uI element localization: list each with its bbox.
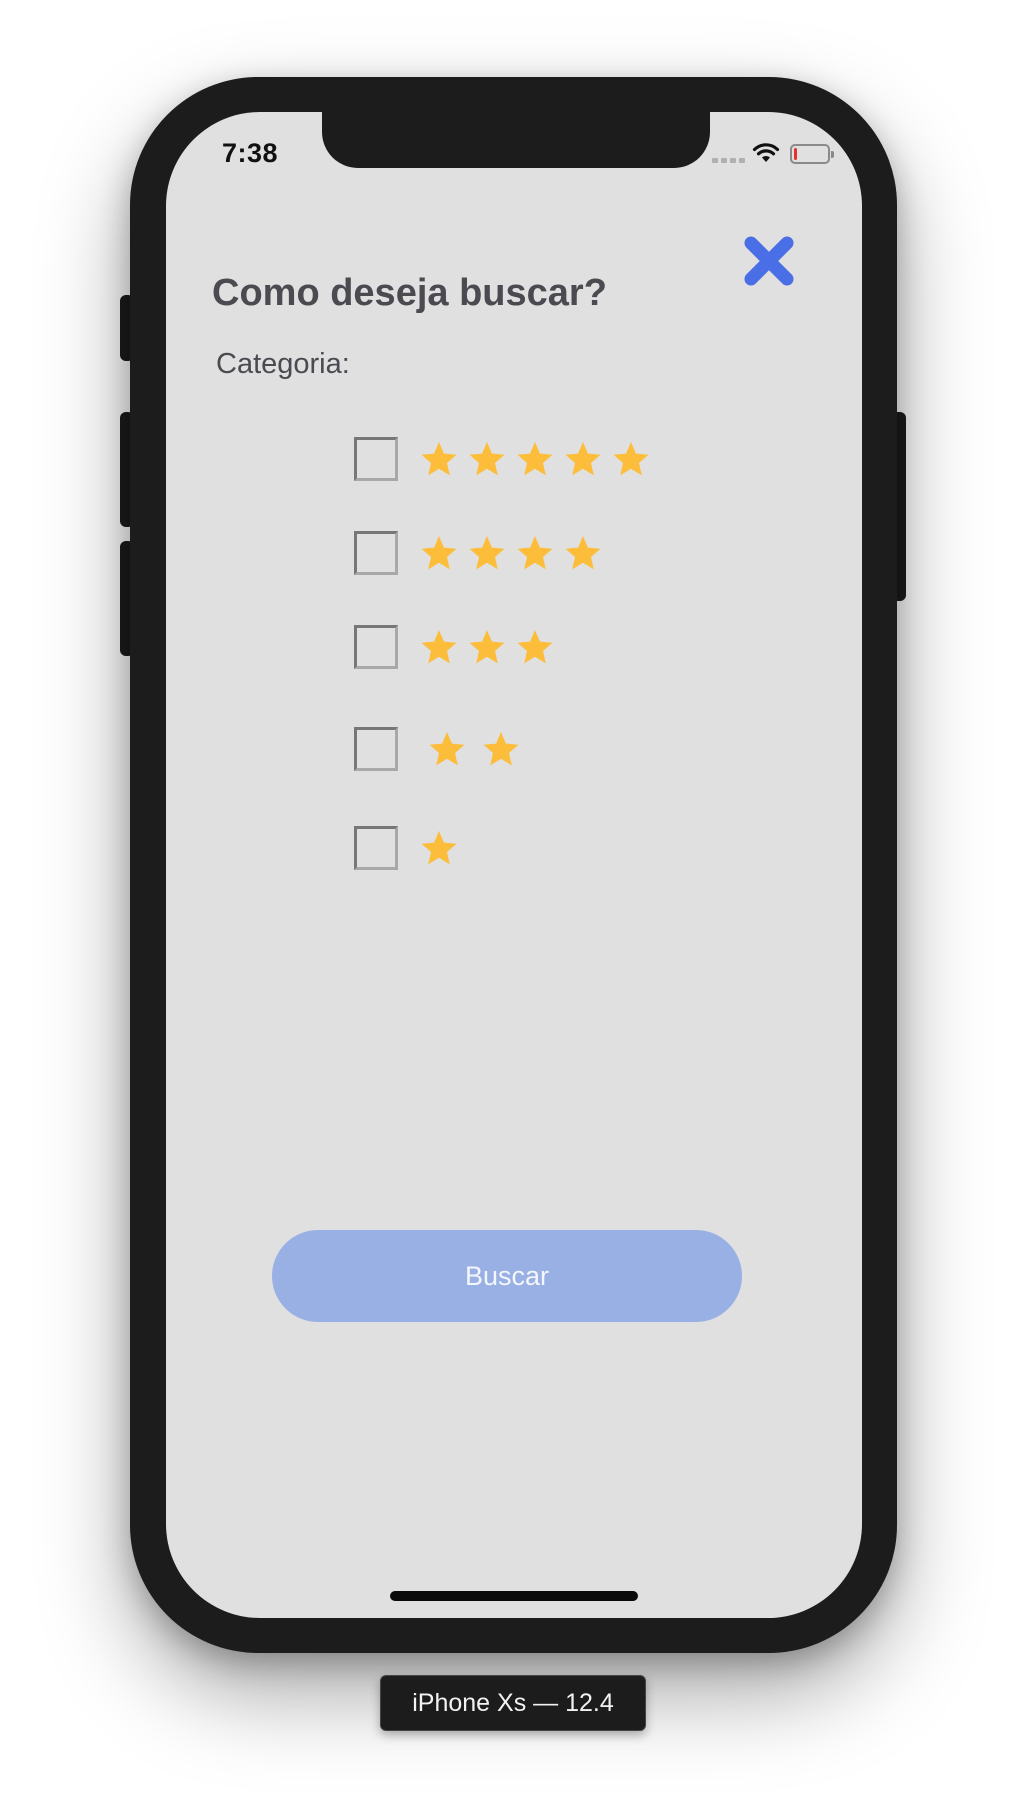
simulator-stage: 7:38 Como deseja buscar? Categoria: Busc… bbox=[0, 0, 1026, 1802]
battery-icon bbox=[790, 144, 834, 164]
star-icon bbox=[421, 630, 457, 664]
rating-option-2-stars[interactable] bbox=[354, 727, 520, 771]
cellular-signal-icon bbox=[712, 158, 745, 163]
checkbox-4-stars[interactable] bbox=[354, 531, 398, 575]
star-rating-2 bbox=[428, 730, 520, 768]
battery-level-fill bbox=[794, 148, 797, 160]
rating-option-4-stars[interactable] bbox=[354, 531, 602, 575]
star-icon bbox=[483, 732, 519, 766]
status-bar-time: 7:38 bbox=[222, 138, 279, 168]
star-rating-4 bbox=[420, 534, 602, 572]
star-icon bbox=[469, 442, 505, 476]
rating-option-3-stars[interactable] bbox=[354, 625, 554, 669]
star-icon bbox=[421, 442, 457, 476]
star-icon bbox=[421, 536, 457, 570]
star-rating-5 bbox=[420, 440, 650, 478]
rating-option-1-star[interactable] bbox=[354, 826, 458, 870]
star-icon bbox=[565, 442, 601, 476]
star-icon bbox=[421, 831, 457, 865]
checkbox-5-stars[interactable] bbox=[354, 437, 398, 481]
star-icon bbox=[565, 536, 601, 570]
wifi-icon bbox=[752, 143, 780, 162]
star-rating-1 bbox=[420, 829, 458, 867]
checkbox-2-stars[interactable] bbox=[354, 727, 398, 771]
star-rating-3 bbox=[420, 628, 554, 666]
simulator-device-label: iPhone Xs — 12.4 bbox=[380, 1675, 646, 1731]
star-icon bbox=[469, 536, 505, 570]
rating-option-5-stars[interactable] bbox=[354, 437, 650, 481]
star-icon bbox=[517, 442, 553, 476]
category-label: Categoria: bbox=[216, 348, 350, 380]
star-icon bbox=[613, 442, 649, 476]
close-x-icon[interactable] bbox=[742, 234, 796, 288]
star-icon bbox=[517, 630, 553, 664]
home-indicator[interactable] bbox=[390, 1591, 638, 1601]
page-title: Como deseja buscar? bbox=[212, 272, 607, 314]
star-icon bbox=[517, 536, 553, 570]
checkbox-3-stars[interactable] bbox=[354, 625, 398, 669]
star-icon bbox=[469, 630, 505, 664]
search-button[interactable]: Buscar bbox=[272, 1230, 742, 1322]
checkbox-1-star[interactable] bbox=[354, 826, 398, 870]
device-screen: 7:38 Como deseja buscar? Categoria: Busc… bbox=[166, 112, 862, 1618]
device-notch bbox=[322, 112, 710, 168]
star-icon bbox=[429, 732, 465, 766]
